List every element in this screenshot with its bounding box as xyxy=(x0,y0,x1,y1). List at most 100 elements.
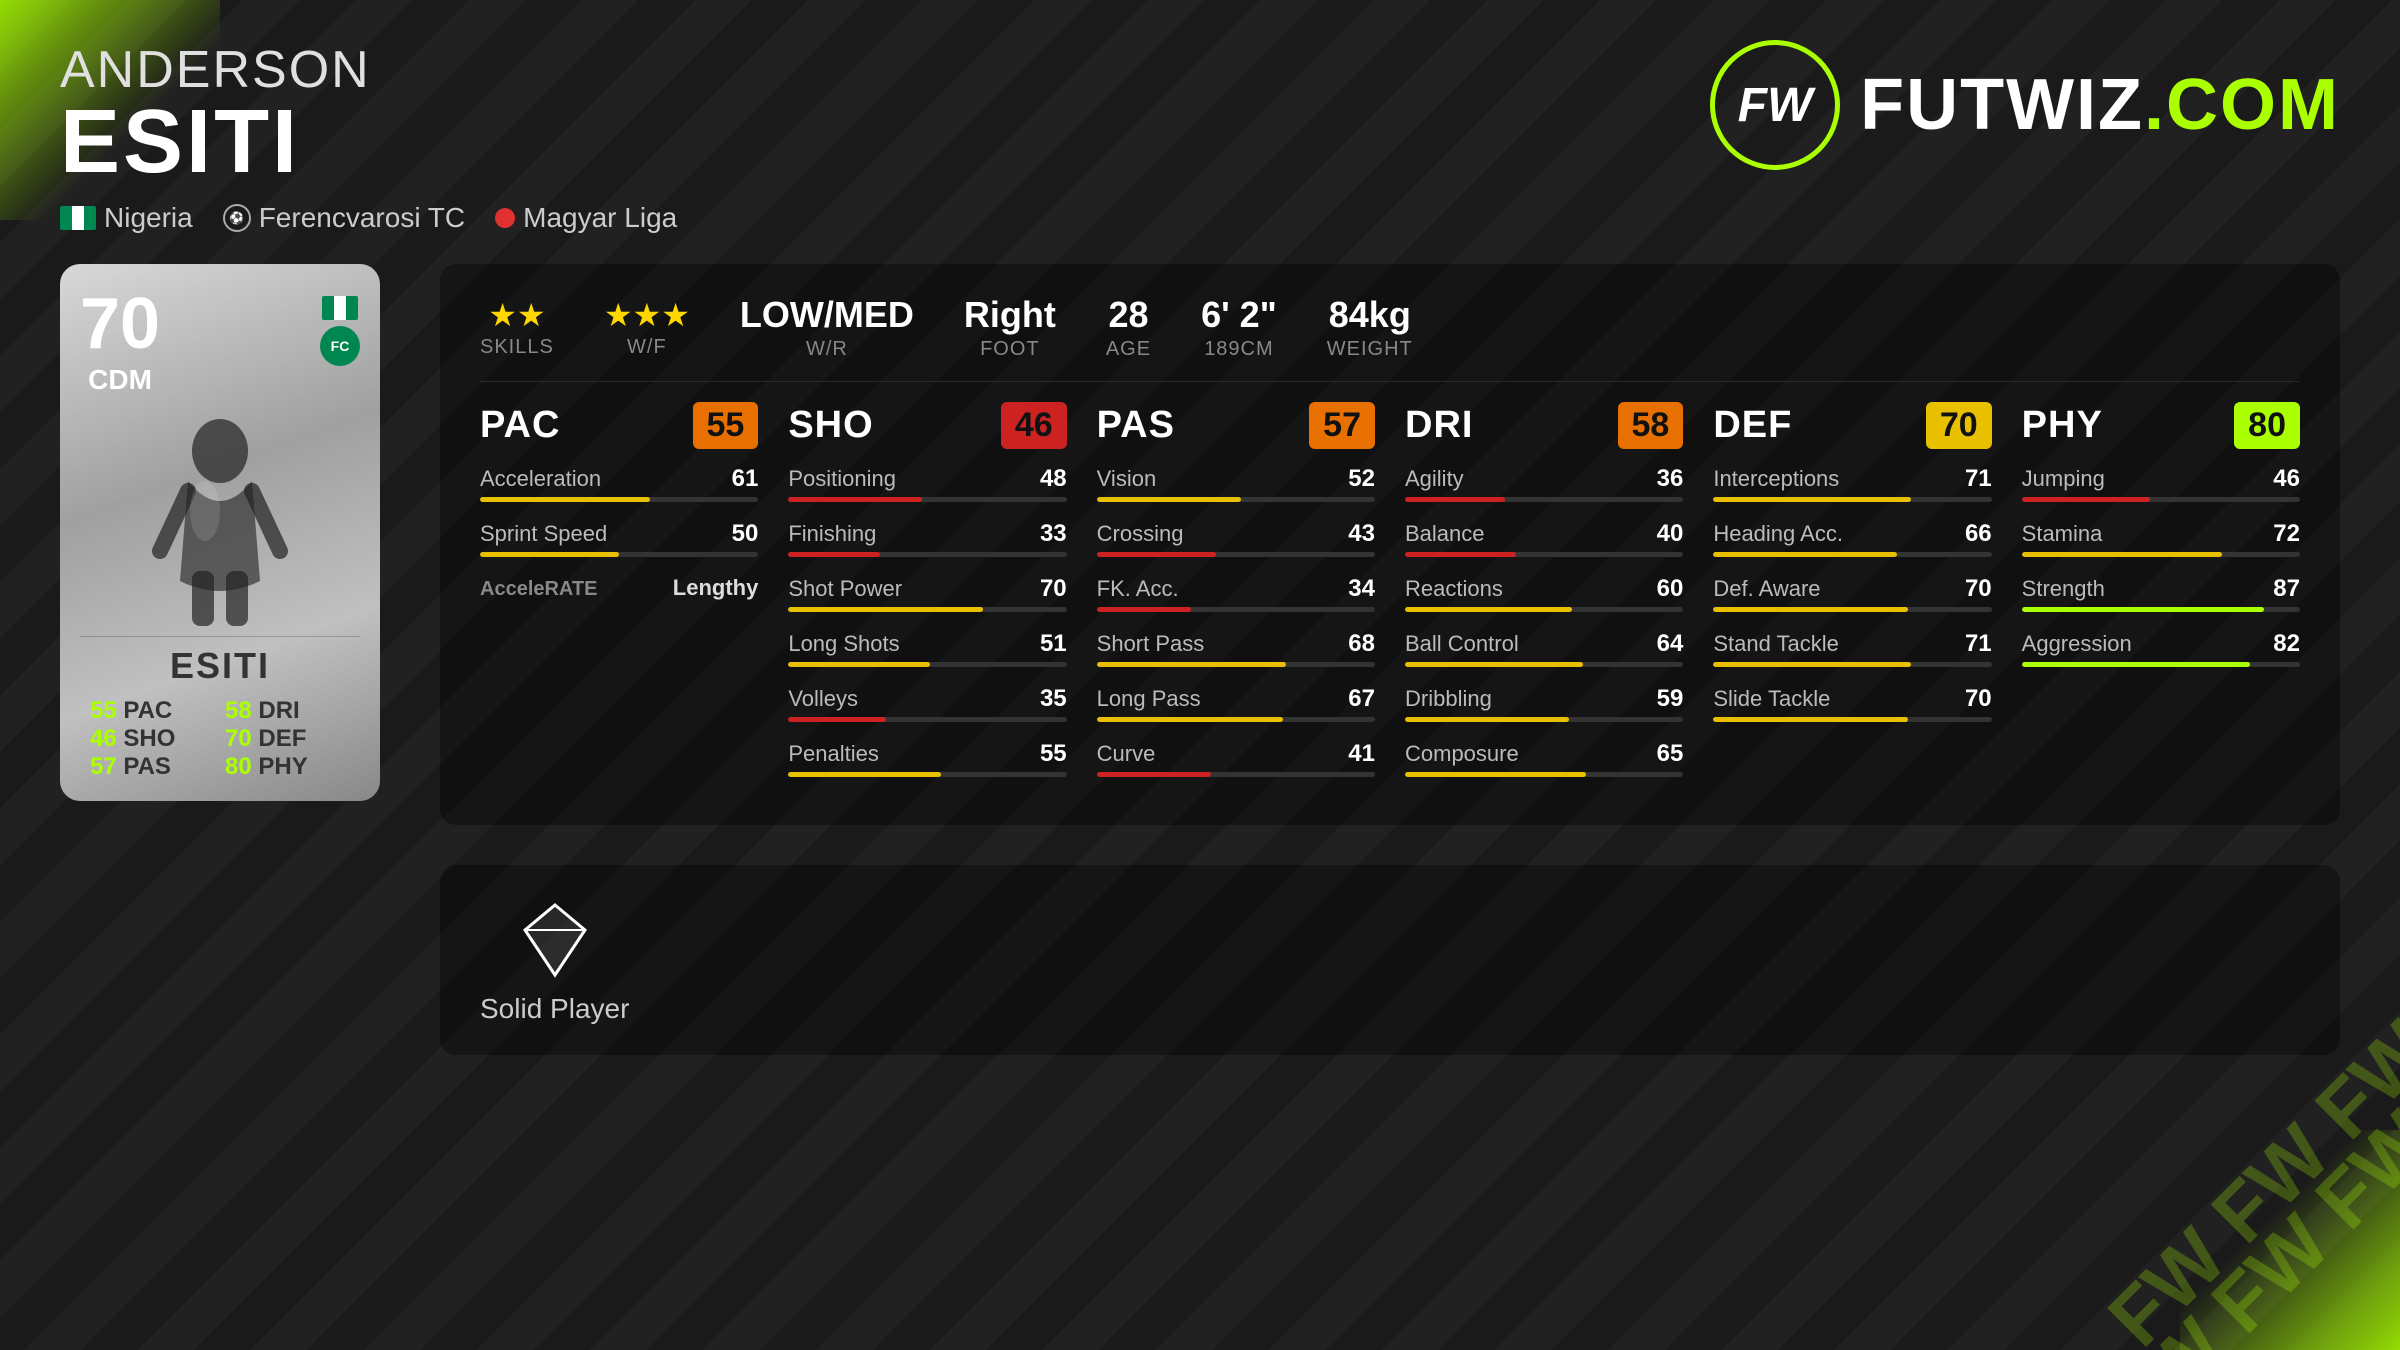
attr-name-label: Vision xyxy=(1097,466,1157,492)
attr-value: 71 xyxy=(1965,630,1992,658)
attr-fill xyxy=(788,497,922,502)
attr-top: Sprint Speed50 xyxy=(480,520,758,548)
attr-bar xyxy=(1405,607,1683,612)
flag-icon xyxy=(60,206,96,230)
attr-bar xyxy=(1713,552,1991,557)
attr-bar xyxy=(1713,662,1991,667)
attr-top: Slide Tackle70 xyxy=(1713,685,1991,713)
attr-name-label: Shot Power xyxy=(788,576,902,602)
info-foot: Right FOOT xyxy=(964,294,1056,361)
attr-bar xyxy=(1405,772,1683,777)
attr-value: 46 xyxy=(2273,465,2300,493)
attr-bar xyxy=(1097,717,1375,722)
card-sho: 46 SHO xyxy=(90,725,215,753)
attr-fill xyxy=(2022,662,2250,667)
card-flag xyxy=(322,296,358,320)
attr-row-long-pass: Long Pass67 xyxy=(1097,685,1375,722)
attr-fill xyxy=(788,607,983,612)
attr-value: 67 xyxy=(1348,685,1375,713)
attr-name-label: Def. Aware xyxy=(1713,576,1820,602)
logo-dot: .COM xyxy=(2144,65,2340,145)
club-label: Ferencvarosi TC xyxy=(259,202,465,234)
attr-top: Def. Aware70 xyxy=(1713,575,1991,603)
attr-value: 33 xyxy=(1040,520,1067,548)
attr-bar xyxy=(1713,497,1991,502)
cat-name-dri: DRI xyxy=(1405,404,1473,447)
category-pas: PAS57 Vision52 Crossing43 FK. Acc.34 Short P… xyxy=(1097,402,1375,795)
player-firstname: ANDERSON xyxy=(60,40,677,100)
attr-row-composure: Composure65 xyxy=(1405,740,1683,777)
attr-top: Long Pass67 xyxy=(1097,685,1375,713)
attr-bar xyxy=(2022,607,2300,612)
cat-header-sho: SHO46 xyxy=(788,402,1066,449)
attr-fill xyxy=(1097,662,1286,667)
cat-score-dri: 58 xyxy=(1618,402,1684,449)
cat-header-dri: DRI 58 xyxy=(1405,402,1683,449)
attr-row-agility: Agility36 xyxy=(1405,465,1683,502)
attr-name-label: Finishing xyxy=(788,521,876,547)
attr-bar xyxy=(1097,552,1375,557)
wf-label: W/F xyxy=(604,336,690,359)
attr-name-label: Penalties xyxy=(788,741,879,767)
attr-name-label: Heading Acc. xyxy=(1713,521,1843,547)
attr-top: Reactions60 xyxy=(1405,575,1683,603)
attr-top: FK. Acc.34 xyxy=(1097,575,1375,603)
attr-name-label: Crossing xyxy=(1097,521,1184,547)
attr-value: 87 xyxy=(2273,575,2300,603)
foot-value: Right xyxy=(964,294,1056,336)
attr-row-balance: Balance40 xyxy=(1405,520,1683,557)
category-phy: PHY80Jumping46Stamina72Strength87Aggress… xyxy=(2022,402,2300,795)
attr-top: Balance40 xyxy=(1405,520,1683,548)
height-cm: 189CM xyxy=(1201,338,1277,361)
attr-bar xyxy=(788,607,1066,612)
logo-fw: FW xyxy=(1738,78,1813,133)
card-flag-area: FC xyxy=(320,296,360,366)
attr-top: Volleys35 xyxy=(788,685,1066,713)
attr-name-label: Volleys xyxy=(788,686,858,712)
attr-top: Aggression82 xyxy=(2022,630,2300,658)
attr-name-label: Aggression xyxy=(2022,631,2132,657)
attr-top: Dribbling59 xyxy=(1405,685,1683,713)
attr-value: 40 xyxy=(1657,520,1684,548)
attr-top: Curve41 xyxy=(1097,740,1375,768)
league-item: Magyar Liga xyxy=(495,202,677,234)
card-position: CDM xyxy=(80,364,160,396)
attr-row-penalties: Penalties55 xyxy=(788,740,1066,777)
attr-top: Finishing 33 xyxy=(788,520,1066,548)
cat-name-phy: PHY xyxy=(2022,404,2103,447)
main-container: ANDERSON ESITI Nigeria ⚽ Ferencvarosi TC xyxy=(0,0,2400,1350)
attr-top: Crossing43 xyxy=(1097,520,1375,548)
attr-bar xyxy=(1097,497,1375,502)
attr-row-shot-power: Shot Power70 xyxy=(788,575,1066,612)
attr-row-strength: Strength87 xyxy=(2022,575,2300,612)
attr-row-short-pass: Short Pass68 xyxy=(1097,630,1375,667)
attr-row-interceptions: Interceptions71 xyxy=(1713,465,1991,502)
attr-row-long-shots: Long Shots51 xyxy=(788,630,1066,667)
cat-header-pac: PAC55 xyxy=(480,402,758,449)
attr-row-finishing: Finishing 33 xyxy=(788,520,1066,557)
attr-row-vision: Vision52 xyxy=(1097,465,1375,502)
foot-label: FOOT xyxy=(964,338,1056,361)
attr-top: Stand Tackle71 xyxy=(1713,630,1991,658)
card-stats: 55 PAC 58 DRI 46 SHO 70 DEF 57 PAS 80 PH… xyxy=(80,697,360,781)
attr-bar xyxy=(1713,607,1991,612)
cat-score-phy: 80 xyxy=(2234,402,2300,449)
player-name-block: ANDERSON ESITI Nigeria ⚽ Ferencvarosi TC xyxy=(60,40,677,234)
attr-top: Short Pass68 xyxy=(1097,630,1375,658)
attr-fill xyxy=(1713,717,1908,722)
skills-label: SKILLS xyxy=(480,336,554,359)
cat-header-pas: PAS57 xyxy=(1097,402,1375,449)
attr-row-accelerate: AcceleRATELengthy xyxy=(480,575,758,605)
attr-row-curve: Curve41 xyxy=(1097,740,1375,777)
attr-value: 64 xyxy=(1657,630,1684,658)
accelrate-value: Lengthy xyxy=(673,575,759,601)
club-icon: ⚽ xyxy=(223,204,251,232)
attr-row-fk.-acc.: FK. Acc.34 xyxy=(1097,575,1375,612)
cat-name-sho: SHO xyxy=(788,404,873,447)
attr-value: 51 xyxy=(1040,630,1067,658)
attr-bar xyxy=(1405,662,1683,667)
attr-name-label: FK. Acc. xyxy=(1097,576,1179,602)
attr-row-volleys: Volleys35 xyxy=(788,685,1066,722)
attributes-grid: PAC55Acceleration61Sprint Speed50AcceleR… xyxy=(480,402,2300,795)
attr-top: Stamina72 xyxy=(2022,520,2300,548)
